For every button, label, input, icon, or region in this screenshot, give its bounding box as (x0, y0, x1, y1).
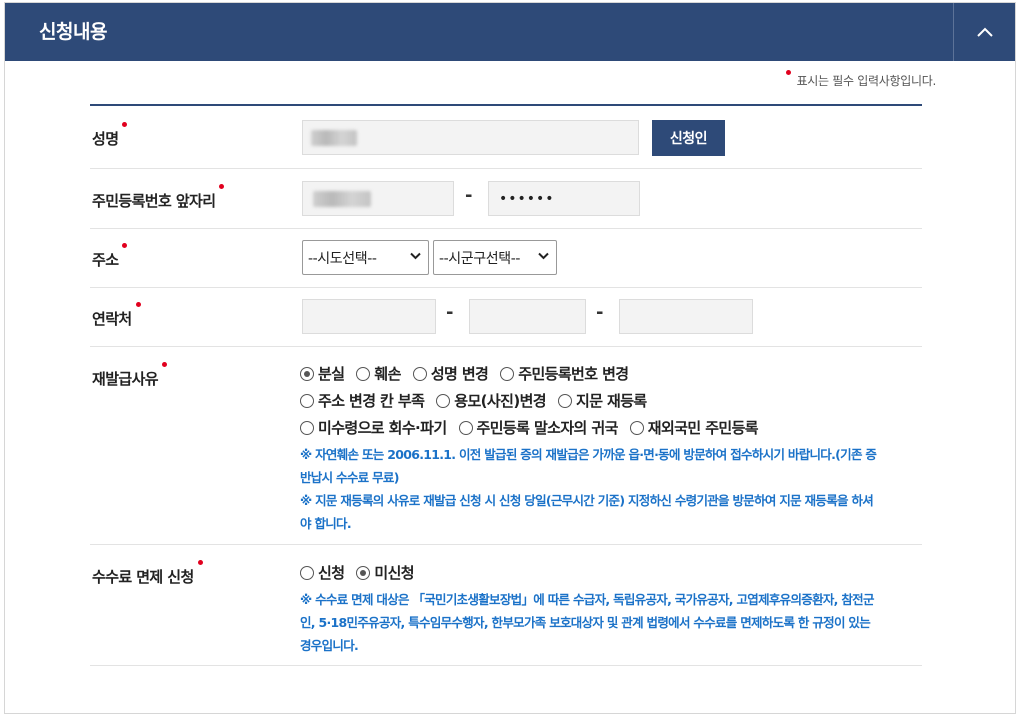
phone-part3-field[interactable] (619, 299, 753, 334)
reason-notice-1b: 반납시 수수료 무료) (300, 470, 399, 485)
sido-select-value: --시도선택-- (308, 250, 377, 267)
collapse-button[interactable] (953, 3, 1015, 61)
fee-option-not-apply[interactable]: 미신청 (356, 562, 415, 583)
sigungu-select-value: --시군구선택-- (439, 250, 521, 267)
row-contact: 연락처 - - (90, 288, 922, 347)
label-address: 주소 (92, 243, 128, 270)
required-dot-icon (785, 70, 791, 75)
row-address: 주소 --시도선택-- --시군구선택-- (90, 229, 922, 288)
fee-notice-line1: ※ 수수료 면제 대상은 「국민기초생활보장법」에 따른 수급자, 독립유공자,… (300, 592, 874, 607)
radio-icon (458, 420, 473, 435)
required-note: 표시는 필수 입력사항입니다. (785, 70, 936, 89)
radio-icon (300, 565, 314, 580)
reason-notice-2b: 야 합니다. (300, 516, 352, 531)
radio-checked-icon (300, 366, 314, 381)
required-dot-icon (135, 302, 141, 307)
radio-icon (412, 366, 427, 381)
blurred-value (313, 191, 371, 207)
radio-icon (558, 393, 572, 408)
reason-option-address-full[interactable]: 주소 변경 칸 부족 (300, 390, 425, 411)
sido-select[interactable]: --시도선택-- (302, 240, 429, 275)
radio-icon (436, 393, 451, 408)
radio-icon (629, 420, 644, 435)
radio-icon (300, 393, 314, 408)
radio-icon (300, 420, 314, 435)
label-reason: 재발급사유 (92, 362, 168, 389)
reason-option-rrn-change[interactable]: 주민등록번호 변경 (500, 363, 629, 384)
section-header: 신청내용 (5, 3, 1015, 61)
required-dot-icon (197, 560, 203, 565)
reason-options-line1: 분실 훼손 성명 변경 주민등록번호 변경 (300, 363, 640, 384)
reason-notice-2a: ※ 지문 재등록의 사유로 재발급 신청 시 신청 당일(근무시간 기준) 지정… (300, 493, 874, 508)
radio-checked-icon (356, 565, 371, 580)
phone-part2-field[interactable] (469, 299, 586, 334)
fee-notice-line3: 경우입니다. (300, 638, 359, 653)
reason-option-name-change[interactable]: 성명 변경 (412, 363, 489, 384)
label-contact: 연락처 (92, 302, 141, 329)
reason-option-fingerprint[interactable]: 지문 재등록 (558, 390, 647, 411)
row-reason: 재발급사유 분실 훼손 성명 변경 주민등록번호 변경 주소 변경 칸 부족 용… (90, 347, 922, 545)
row-fee-exempt: 수수료 면제 신청 신청 미신청 ※ 수수료 면제 대상은 「국민기초생활보장법… (90, 545, 922, 666)
row-rrn: 주민등록번호 앞자리 - •••••• (90, 169, 922, 229)
label-fee-exempt: 수수료 면제 신청 (92, 560, 203, 587)
rrn-back-field[interactable]: •••••• (488, 181, 640, 216)
name-field[interactable] (302, 120, 639, 155)
label-rrn: 주민등록번호 앞자리 (92, 184, 225, 211)
reason-option-damaged[interactable]: 훼손 (356, 363, 401, 384)
chevron-up-icon (976, 27, 993, 37)
reason-option-unclaimed[interactable]: 미수령으로 회수·파기 (300, 417, 447, 438)
reason-option-lost[interactable]: 분실 (300, 363, 345, 384)
reason-notice-1a: ※ 자연훼손 또는 2006.11.1. 이전 발급된 증의 재발급은 가까운 … (300, 447, 877, 462)
reason-option-return[interactable]: 주민등록 말소자의 귀국 (458, 417, 618, 438)
required-dot-icon (122, 122, 128, 127)
chevron-down-icon (410, 252, 421, 260)
radio-icon (500, 366, 515, 381)
row-name: 성명 신청인 (90, 106, 922, 169)
rrn-front-field[interactable] (302, 181, 454, 216)
phone-separator-2: - (596, 302, 604, 323)
required-dot-icon (219, 184, 225, 189)
fee-notice: ※ 수수료 면제 대상은 「국민기초생활보장법」에 따른 수급자, 독립유공자,… (300, 588, 924, 657)
fee-option-apply[interactable]: 신청 (300, 562, 345, 583)
blurred-value (311, 130, 357, 146)
reason-option-photo-change[interactable]: 용모(사진)변경 (436, 390, 547, 411)
required-dot-icon (122, 243, 128, 248)
phone-separator-1: - (446, 302, 454, 323)
reason-notice: ※ 자연훼손 또는 2006.11.1. 이전 발급된 증의 재발급은 가까운 … (300, 443, 924, 535)
reason-option-overseas[interactable]: 재외국민 주민등록 (629, 417, 759, 438)
applicant-button[interactable]: 신청인 (652, 120, 725, 156)
rrn-separator: - (465, 185, 473, 206)
required-dot-icon (162, 362, 168, 367)
reason-options-line3: 미수령으로 회수·파기 주민등록 말소자의 귀국 재외국민 주민등록 (300, 417, 770, 438)
fee-notice-line2: 인, 5·18민주유공자, 특수임무수행자, 한부모가족 보호대상자 및 관계 … (300, 615, 871, 630)
radio-icon (356, 366, 371, 381)
section-title: 신청내용 (39, 21, 107, 43)
sigungu-select[interactable]: --시군구선택-- (433, 240, 557, 275)
chevron-down-icon (538, 252, 549, 260)
fee-exempt-options: 신청 미신청 (300, 562, 426, 583)
phone-part1-field[interactable] (302, 299, 436, 334)
reason-options-line2: 주소 변경 칸 부족 용모(사진)변경 지문 재등록 (300, 390, 659, 411)
label-name: 성명 (92, 122, 128, 149)
